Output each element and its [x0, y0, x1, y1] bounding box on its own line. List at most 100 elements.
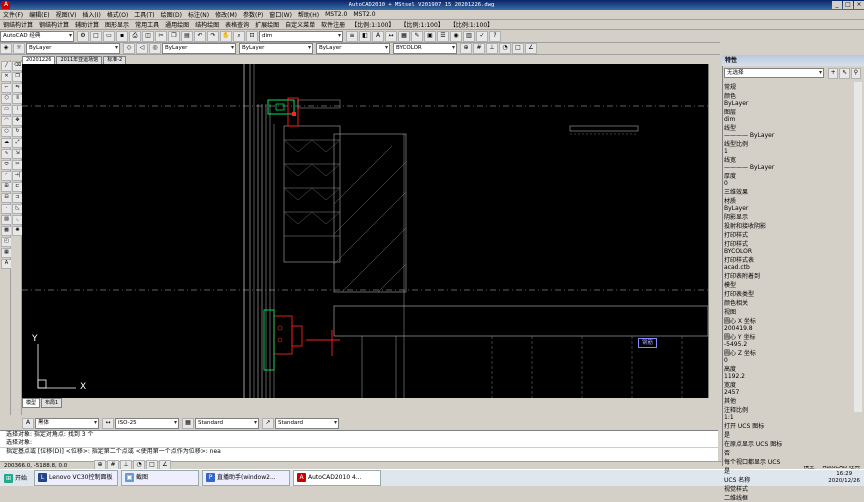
property-row[interactable]: 线型 ———— ByLayer: [724, 123, 850, 139]
zoom-icon[interactable]: ⌕: [233, 31, 245, 42]
iso-style-select[interactable]: ISO-25: [115, 418, 179, 429]
help-icon[interactable]: ?: [489, 31, 501, 42]
layer-prev-icon[interactable]: ◁: [136, 43, 148, 54]
minimize-button[interactable]: _: [832, 1, 842, 9]
property-value[interactable]: 1192.2: [724, 373, 850, 380]
grid-icon[interactable]: #: [473, 43, 485, 54]
property-row[interactable]: 阴影显示 投射和接收阴影: [724, 212, 850, 230]
table-style-select[interactable]: Standard: [195, 418, 259, 429]
property-value[interactable]: acad.ctb: [724, 264, 850, 271]
property-value[interactable]: 0: [724, 180, 850, 187]
polar-icon[interactable]: ◔: [499, 43, 511, 54]
menu-item[interactable]: 工具(T): [131, 10, 157, 19]
menu-item[interactable]: MST2.0: [350, 11, 378, 18]
linetype-select[interactable]: ByLayer: [239, 43, 313, 54]
zoom-window-icon[interactable]: ⊡: [246, 31, 258, 42]
text-style-select[interactable]: 黑体: [35, 418, 99, 429]
copy-icon[interactable]: ❐: [168, 31, 180, 42]
property-value[interactable]: -5495.2: [724, 341, 850, 348]
close-button[interactable]: ×: [854, 1, 864, 9]
make-current-icon[interactable]: ◇: [123, 43, 135, 54]
undo-icon[interactable]: ↶: [194, 31, 206, 42]
property-row[interactable]: 圆心 X 坐标 200419.8: [724, 316, 850, 332]
props-icon[interactable]: ☰: [437, 31, 449, 42]
property-row[interactable]: 每个视口都显示 UCS 是: [724, 457, 850, 475]
command-input[interactable]: 指定基点或 [位移(D)] <位移>: 指定第二个点或 <使用第一个点作为位移>…: [0, 447, 718, 456]
dimension-icon[interactable]: ↔: [385, 31, 397, 42]
property-row[interactable]: 打印样式 BYCOLOR: [724, 239, 850, 255]
taskbar-item-lenovo[interactable]: L Lenovo VC30控制面板: [34, 470, 119, 486]
property-value[interactable]: ByLayer: [724, 100, 850, 107]
property-value[interactable]: dim: [724, 116, 850, 123]
paste-icon[interactable]: ▤: [181, 31, 193, 42]
bulb-icon[interactable]: ☼: [13, 43, 25, 54]
plugin-menu-item[interactable]: 图形显示: [102, 20, 132, 29]
layer-iso-icon[interactable]: ◎: [149, 43, 161, 54]
property-row[interactable]: 厚度 0: [724, 171, 850, 187]
plugin-menu-item[interactable]: 辅助计算: [72, 20, 102, 29]
menu-item[interactable]: 编辑(E): [26, 10, 52, 19]
dim-style-icon[interactable]: ↔: [102, 418, 114, 429]
command-window[interactable]: 选择对象: 指定对角点: 找到 3 个 选择对象: 指定基点或 [位移(D)] …: [0, 430, 718, 461]
property-value[interactable]: ———— ByLayer: [724, 132, 850, 139]
property-row[interactable]: 打开 UCS 图标是: [724, 421, 850, 439]
property-value[interactable]: 2457: [724, 389, 850, 396]
gear-icon[interactable]: ⚙: [77, 31, 89, 42]
otrack-icon[interactable]: ∠: [525, 43, 537, 54]
property-row[interactable]: 图层 dim: [724, 107, 850, 123]
property-row[interactable]: 在原点显示 UCS 图标否: [724, 439, 850, 457]
toggle-pickadd-icon[interactable]: +: [828, 67, 839, 79]
menu-item[interactable]: 窗口(W): [266, 10, 295, 19]
lineweight-select[interactable]: ByLayer: [316, 43, 390, 54]
property-section-header[interactable]: 其他: [724, 396, 850, 405]
property-value[interactable]: 二维线框: [724, 493, 850, 502]
property-value[interactable]: 200419.8: [724, 325, 850, 332]
property-value[interactable]: 模型: [724, 280, 850, 289]
layout-tab[interactable]: 模型: [22, 397, 41, 408]
start-button[interactable]: ⊞ 开始: [0, 471, 31, 486]
property-value[interactable]: 投射和接收阴影: [724, 221, 850, 230]
property-row[interactable]: 打印样式表 acad.ctb: [724, 255, 850, 271]
drawing-tab[interactable]: 20201226: [22, 56, 56, 64]
layer-select[interactable]: ByLayer: [26, 43, 120, 54]
mleader-style-icon[interactable]: ↗: [262, 418, 274, 429]
table-icon[interactable]: ▦: [398, 31, 410, 42]
layer-icon[interactable]: ≡: [346, 31, 358, 42]
table-style-icon[interactable]: ▦: [182, 418, 194, 429]
property-row[interactable]: UCS 名称: [724, 475, 850, 484]
plugin-menu-item[interactable]: 结构绘图: [192, 20, 222, 29]
plugin-menu-item[interactable]: 钢结构计算: [0, 20, 36, 29]
menu-item[interactable]: MST2.0: [322, 11, 350, 18]
print-icon[interactable]: ⎙: [129, 31, 141, 42]
plugin-menu-item[interactable]: 【比例:1:100】: [447, 20, 496, 29]
property-value[interactable]: 是: [724, 466, 850, 475]
plugin-menu-item[interactable]: 钢结构计算: [36, 20, 72, 29]
property-row[interactable]: 宽度 2457: [724, 380, 850, 396]
menu-item[interactable]: 绘图(D): [158, 10, 185, 19]
tool-palette-icon[interactable]: ▥: [463, 31, 475, 42]
text-style-icon[interactable]: A: [22, 418, 34, 429]
plugin-menu-item[interactable]: 自定义菜单: [282, 20, 318, 29]
plugin-menu-item[interactable]: 表格查询: [222, 20, 252, 29]
selection-select[interactable]: 无选择: [724, 68, 824, 78]
property-section-header[interactable]: 视图: [724, 307, 850, 316]
menu-item[interactable]: 帮助(H): [295, 10, 322, 19]
workspace-select[interactable]: AutoCAD 经典: [0, 31, 74, 42]
drawing-tab[interactable]: 标准-2: [103, 56, 127, 64]
save-icon[interactable]: ▪: [116, 31, 128, 42]
match-icon[interactable]: ✎: [411, 31, 423, 42]
menu-item[interactable]: 标注(N): [185, 10, 212, 19]
cut-icon[interactable]: ✂: [155, 31, 167, 42]
plugin-menu-item[interactable]: 常用工具: [132, 20, 162, 29]
property-row[interactable]: 线宽 ———— ByLayer: [724, 155, 850, 171]
property-row[interactable]: 材质 ByLayer: [724, 196, 850, 212]
menu-item[interactable]: 参数(P): [240, 10, 266, 19]
property-section-header[interactable]: 常规: [724, 82, 850, 91]
taskbar-item-screenshot[interactable]: ▣ 截图: [121, 470, 200, 486]
open-file-icon[interactable]: ▭: [103, 31, 115, 42]
menu-item[interactable]: 修改(M): [212, 10, 240, 19]
property-row[interactable]: 注释比例 1:1: [724, 405, 850, 421]
property-value[interactable]: 是: [724, 430, 850, 439]
redo-icon[interactable]: ↷: [207, 31, 219, 42]
quick-select-icon[interactable]: ⚲: [850, 67, 861, 79]
